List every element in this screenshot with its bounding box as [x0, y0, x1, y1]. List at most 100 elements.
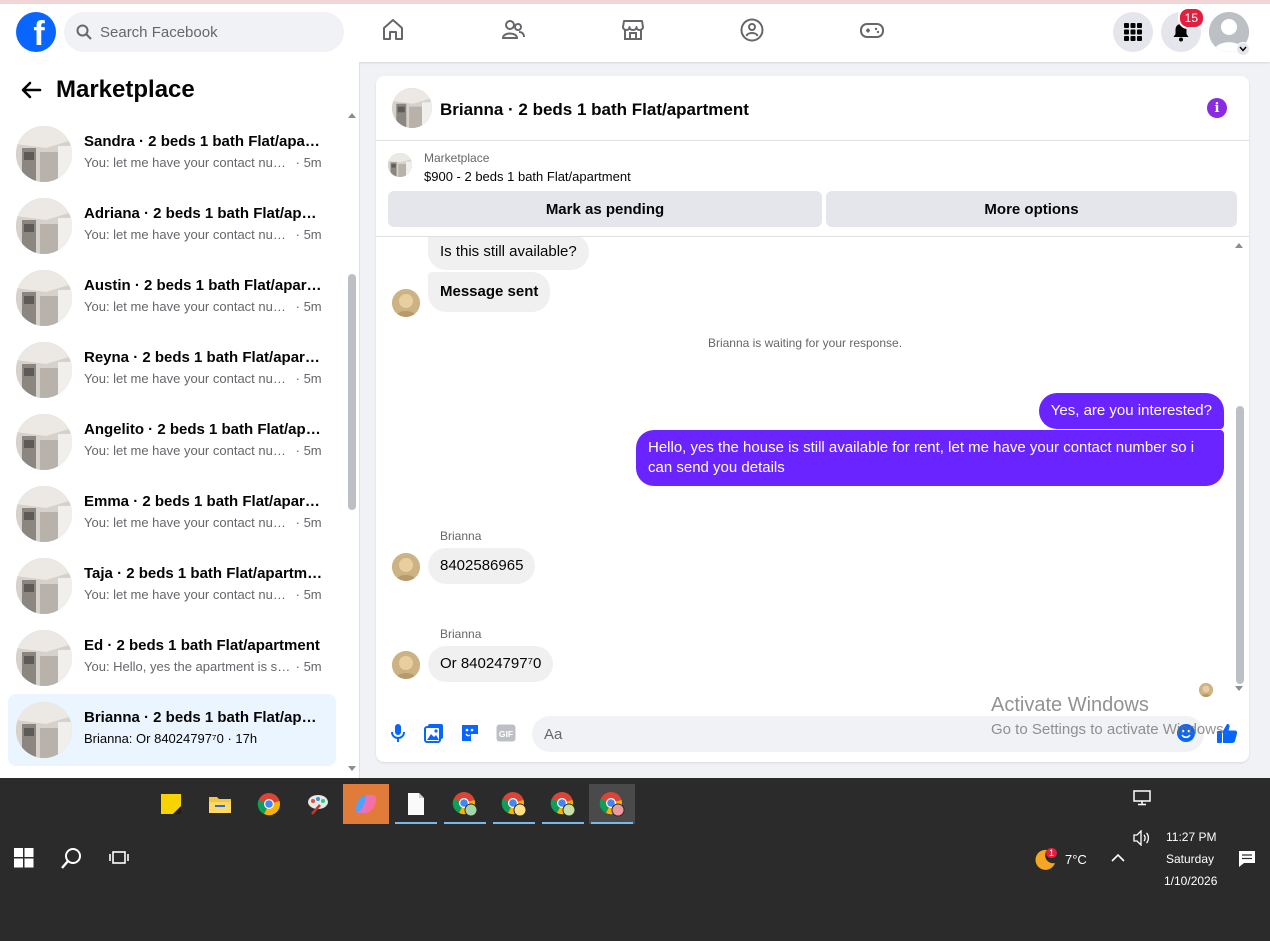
- top-navigation-bar: f 15: [0, 0, 1270, 62]
- volume-icon[interactable]: [1133, 830, 1151, 846]
- listing-thumbnail: [16, 270, 72, 326]
- groups-icon[interactable]: [738, 16, 766, 44]
- account-menu-chevron[interactable]: [1236, 42, 1250, 56]
- listing-thumbnail: [16, 342, 72, 398]
- weather-badge: 1: [1046, 848, 1058, 858]
- search-input[interactable]: [100, 23, 320, 41]
- conversation-item[interactable]: Angelito · 2 beds 1 bath Flat/apartment …: [8, 406, 336, 478]
- microphone-icon[interactable]: [385, 720, 411, 746]
- conversation-item-active[interactable]: Brianna · 2 beds 1 bath Flat/apartment B…: [8, 694, 336, 766]
- chat-header: Brianna · 2 beds 1 bath Flat/apartment i: [376, 76, 1249, 141]
- message-bubble-incoming: Message sent: [428, 272, 551, 312]
- chrome-profile-icon[interactable]: [540, 784, 586, 824]
- chevron-down-icon: [1239, 46, 1247, 52]
- conversation-item[interactable]: Emma · 2 beds 1 bath Flat/apartment You:…: [8, 478, 336, 550]
- listing-thumbnail: [16, 486, 72, 542]
- conversation-preview: You: let me have your contact number so …: [84, 227, 322, 242]
- conversation-item[interactable]: Adriana · 2 beds 1 bath Flat/apartment Y…: [8, 190, 336, 262]
- activate-windows-watermark: Activate Windows Go to Settings to activ…: [991, 694, 1228, 738]
- menu-grid-button[interactable]: [1113, 12, 1153, 52]
- listing-thumbnail: [16, 630, 72, 686]
- watermark-subtitle: Go to Settings to activate Windows.: [991, 721, 1228, 738]
- conversation-preview: You: let me have your contact number so …: [84, 155, 322, 170]
- search-box[interactable]: [64, 12, 344, 52]
- conversation-item[interactable]: Ed · 2 beds 1 bath Flat/apartment You: H…: [8, 622, 336, 694]
- sender-avatar[interactable]: [392, 553, 420, 581]
- gif-icon[interactable]: GIF: [493, 720, 519, 746]
- listing-thumbnail[interactable]: [388, 153, 412, 177]
- conversation-name: Ed · 2 beds 1 bath Flat/apartment: [84, 637, 320, 654]
- conversation-panel: Brianna · 2 beds 1 bath Flat/apartment i…: [376, 76, 1249, 762]
- photo-icon[interactable]: [421, 720, 447, 746]
- conversation-preview: You: let me have your contact number so …: [84, 443, 322, 458]
- facebook-logo[interactable]: f: [16, 12, 56, 52]
- home-icon[interactable]: [379, 16, 407, 44]
- conversation-name: Reyna · 2 beds 1 bath Flat/apartment: [84, 349, 324, 366]
- message-bubble-outgoing: Yes, are you interested?: [1038, 393, 1224, 429]
- svg-text:GIF: GIF: [499, 729, 513, 739]
- chrome-icon[interactable]: [246, 784, 292, 824]
- waiting-response-note: Brianna is waiting for your response.: [707, 336, 903, 350]
- sidebar-header: Marketplace: [20, 76, 195, 104]
- chrome-profile-icon[interactable]: [491, 784, 537, 824]
- clock-time[interactable]: 11:27 PM: [1166, 830, 1216, 844]
- notifications-center-icon[interactable]: [1238, 850, 1256, 868]
- clock-day[interactable]: Saturday: [1166, 852, 1214, 866]
- notifications-button[interactable]: 15: [1161, 7, 1205, 52]
- mark-as-pending-button[interactable]: Mark as pending: [388, 191, 822, 227]
- grid-menu-icon: [1124, 23, 1142, 41]
- sticker-icon[interactable]: [457, 720, 483, 746]
- sticky-notes-icon[interactable]: [148, 784, 194, 824]
- gaming-icon[interactable]: [858, 16, 886, 44]
- conversation-item[interactable]: Austin · 2 beds 1 bath Flat/apartment Yo…: [8, 262, 336, 334]
- marketplace-inbox-sidebar: Marketplace Sandra · 2 beds 1 bath Flat/…: [0, 62, 360, 778]
- conversation-preview: You: let me have your contact number so …: [84, 515, 322, 530]
- chevron-up-icon[interactable]: [1111, 853, 1125, 863]
- chrome-profile-icon[interactable]: [442, 784, 488, 824]
- conversation-preview: You: let me have your contact number so …: [84, 371, 322, 386]
- listing-thumbnail: [16, 558, 72, 614]
- conversation-item[interactable]: Sandra · 2 beds 1 bath Flat/apartment Yo…: [8, 118, 336, 190]
- friends-icon[interactable]: [499, 16, 527, 44]
- sidebar-title: Marketplace: [56, 76, 195, 103]
- listing-thumbnail: [16, 702, 72, 758]
- listing-summary: Marketplace $900 - 2 beds 1 bath Flat/ap…: [376, 141, 1249, 237]
- conversation-name: Sandra · 2 beds 1 bath Flat/apartment: [84, 133, 324, 150]
- copilot-icon[interactable]: [343, 784, 389, 824]
- info-icon[interactable]: i: [1207, 98, 1227, 118]
- conversation-name: Adriana · 2 beds 1 bath Flat/apartment: [84, 205, 324, 222]
- listing-thumbnail: [16, 414, 72, 470]
- search-icon[interactable]: [60, 846, 84, 870]
- windows-taskbar: 1 7°C 11:27 PM Saturday 1/10/2026: [0, 778, 1270, 941]
- conversation-preview: You: let me have your contact number so …: [84, 587, 322, 602]
- paint-icon[interactable]: [295, 784, 341, 824]
- chat-title[interactable]: Brianna · 2 beds 1 bath Flat/apartment: [440, 100, 749, 120]
- weather-temperature[interactable]: 7°C: [1065, 852, 1087, 867]
- conversation-item[interactable]: Taja · 2 beds 1 bath Flat/apartment You:…: [8, 550, 336, 622]
- windows-start-icon[interactable]: [14, 848, 34, 868]
- file-explorer-icon[interactable]: [197, 784, 243, 824]
- conversation-name: Emma · 2 beds 1 bath Flat/apartment: [84, 493, 324, 510]
- listing-thumbnail: [16, 126, 72, 182]
- task-view-icon[interactable]: [109, 848, 129, 868]
- chat-listing-avatar[interactable]: [392, 88, 432, 128]
- more-options-button[interactable]: More options: [826, 191, 1237, 227]
- conversation-name: Austin · 2 beds 1 bath Flat/apartment: [84, 277, 324, 294]
- clock-date[interactable]: 1/10/2026: [1164, 874, 1217, 888]
- notepad-icon[interactable]: [393, 784, 439, 824]
- conversation-preview: Brianna: Or 84024797⁷0 · 17h: [84, 731, 258, 746]
- chat-scrollbar-thumb[interactable]: [1236, 406, 1244, 684]
- conversation-item[interactable]: Reyna · 2 beds 1 bath Flat/apartment You…: [8, 334, 336, 406]
- network-icon[interactable]: [1133, 790, 1151, 806]
- search-icon: [76, 24, 92, 40]
- sender-avatar[interactable]: [392, 289, 420, 317]
- marketplace-icon[interactable]: [619, 16, 647, 44]
- facebook-logo-letter: f: [33, 15, 45, 52]
- sender-avatar[interactable]: [392, 651, 420, 679]
- chrome-profile-icon[interactable]: [589, 784, 635, 824]
- listing-thumbnail: [16, 198, 72, 254]
- listing-price[interactable]: $900 - 2 beds 1 bath Flat/apartment: [424, 169, 631, 184]
- conversation-name: Taja · 2 beds 1 bath Flat/apartment: [84, 565, 324, 582]
- back-arrow-icon[interactable]: [20, 79, 42, 101]
- sidebar-scrollbar-thumb[interactable]: [348, 274, 356, 510]
